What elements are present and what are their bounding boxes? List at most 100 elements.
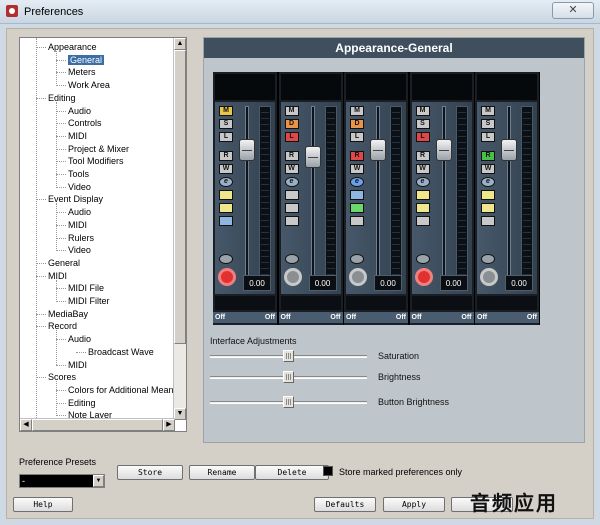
volume-readout[interactable]: 0.00 <box>374 275 402 291</box>
automation-bar[interactable]: Off Off <box>278 312 343 323</box>
channel-insert-icon[interactable] <box>350 203 364 213</box>
scroll-left-icon[interactable]: ◀ <box>20 419 32 431</box>
chevron-down-icon[interactable]: ▼ <box>93 475 104 487</box>
fader-handle[interactable] <box>370 139 386 162</box>
channel-r-button[interactable]: R <box>350 151 364 161</box>
tree-horizontal-scrollbar[interactable]: ◀ ▶ <box>20 418 175 431</box>
tree-item[interactable]: General <box>36 257 80 269</box>
slider-thumb[interactable] <box>283 396 294 408</box>
channel-m-button[interactable]: M <box>350 106 364 116</box>
channel-insert-icon[interactable] <box>284 203 299 213</box>
tree-item[interactable]: Rulers <box>56 232 94 244</box>
automation-bar[interactable]: Off Off <box>344 312 408 323</box>
monitor-icon[interactable] <box>219 254 233 264</box>
tree-item[interactable]: Colors for Additional Meanings <box>56 384 175 396</box>
channel-s-button[interactable]: S <box>481 119 495 129</box>
close-button[interactable]: ✕ <box>552 2 594 19</box>
channel-e-button[interactable]: e <box>415 177 430 187</box>
record-button[interactable] <box>414 268 433 286</box>
record-button[interactable] <box>283 268 302 286</box>
button-brightness-slider[interactable] <box>210 396 367 408</box>
delete-button[interactable]: Delete <box>255 465 329 480</box>
tree-item[interactable]: Editing <box>36 92 76 104</box>
scroll-thumb[interactable] <box>32 419 163 431</box>
channel-insert-icon[interactable] <box>219 190 233 200</box>
channel-s-button[interactable]: S <box>219 119 233 129</box>
tree-item[interactable]: MIDI File <box>56 282 104 294</box>
tree-item[interactable]: MIDI <box>56 219 87 231</box>
tree-item[interactable]: MIDI <box>56 130 87 142</box>
channel-s-button[interactable]: S <box>415 119 430 129</box>
channel-w-button[interactable]: W <box>219 164 233 174</box>
fader-handle[interactable] <box>501 139 517 162</box>
brightness-slider[interactable] <box>210 371 367 383</box>
help-button[interactable]: Help <box>13 497 73 512</box>
record-button[interactable] <box>349 268 367 286</box>
tree-item[interactable]: Audio <box>56 105 91 117</box>
tree-item[interactable]: MediaBay <box>36 308 88 320</box>
tree-item[interactable]: MIDI <box>56 359 87 371</box>
slider-thumb[interactable] <box>283 350 294 362</box>
tree-item[interactable]: Tool Modifiers <box>56 155 124 167</box>
scroll-up-icon[interactable]: ▲ <box>174 38 186 50</box>
channel-insert-icon[interactable] <box>350 190 364 200</box>
channel-insert-icon[interactable] <box>219 203 233 213</box>
slider-thumb[interactable] <box>283 371 294 383</box>
fader-handle[interactable] <box>304 146 321 168</box>
channel-w-button[interactable]: W <box>350 164 364 174</box>
scroll-down-icon[interactable]: ▼ <box>174 408 186 420</box>
volume-readout[interactable]: 0.00 <box>243 275 271 291</box>
channel-insert-icon[interactable] <box>284 216 299 226</box>
tree-item[interactable]: General <box>56 54 105 66</box>
channel-insert-icon[interactable] <box>415 216 430 226</box>
tree-item[interactable]: Controls <box>56 117 102 129</box>
channel-insert-icon[interactable] <box>415 190 430 200</box>
tree-item[interactable]: Tools <box>56 168 89 180</box>
tree-item[interactable]: Editing <box>56 397 96 409</box>
channel-m-button[interactable]: M <box>284 106 299 116</box>
tree-item[interactable]: Broadcast Wave <box>76 346 154 358</box>
channel-m-button[interactable]: M <box>219 106 233 116</box>
record-button[interactable] <box>218 268 236 286</box>
tree-item[interactable]: Meters <box>56 66 96 78</box>
channel-m-button[interactable]: M <box>415 106 430 116</box>
tree-item[interactable]: Work Area <box>56 79 110 91</box>
channel-insert-icon[interactable] <box>481 216 495 226</box>
store-marked-checkbox[interactable] <box>323 466 333 476</box>
channel-r-button[interactable]: R <box>219 151 233 161</box>
channel-insert-icon[interactable] <box>219 216 233 226</box>
tree-item[interactable]: Video <box>56 244 91 256</box>
tree-item[interactable]: Audio <box>56 206 91 218</box>
tree-item[interactable]: MIDI Filter <box>56 295 110 307</box>
channel-e-button[interactable]: e <box>284 177 299 187</box>
tree-item[interactable]: Scores <box>36 371 76 383</box>
channel-w-button[interactable]: W <box>481 164 495 174</box>
channel-r-button[interactable]: R <box>481 151 495 161</box>
monitor-icon[interactable] <box>284 254 299 264</box>
tree-item[interactable]: Video <box>56 181 91 193</box>
channel-w-button[interactable]: W <box>415 164 430 174</box>
channel-w-button[interactable]: W <box>284 164 299 174</box>
fader-handle[interactable] <box>435 139 452 162</box>
tree-vertical-scrollbar[interactable]: ▲ ▼ <box>173 38 186 420</box>
fader-handle[interactable] <box>239 139 255 162</box>
channel-d-button[interactable]: D <box>350 119 364 129</box>
record-button[interactable] <box>480 268 498 286</box>
volume-readout[interactable]: 0.00 <box>308 275 337 291</box>
channel-l-button[interactable]: L <box>415 132 430 142</box>
channel-r-button[interactable]: R <box>415 151 430 161</box>
channel-d-button[interactable]: D <box>284 119 299 129</box>
rename-button[interactable]: Rename <box>189 465 255 480</box>
channel-r-button[interactable]: R <box>284 151 299 161</box>
channel-insert-icon[interactable] <box>481 203 495 213</box>
channel-e-button[interactable]: e <box>219 177 233 187</box>
volume-readout[interactable]: 0.00 <box>439 275 468 291</box>
tree-item[interactable]: Project & Mixer <box>56 143 129 155</box>
channel-e-button[interactable]: e <box>350 177 364 187</box>
tree-item[interactable]: Record <box>36 320 77 332</box>
defaults-button[interactable]: Defaults <box>314 497 376 512</box>
channel-l-button[interactable]: L <box>284 132 299 142</box>
automation-bar[interactable]: Off Off <box>475 312 539 323</box>
volume-readout[interactable]: 0.00 <box>505 275 533 291</box>
store-button[interactable]: Store <box>117 465 183 480</box>
